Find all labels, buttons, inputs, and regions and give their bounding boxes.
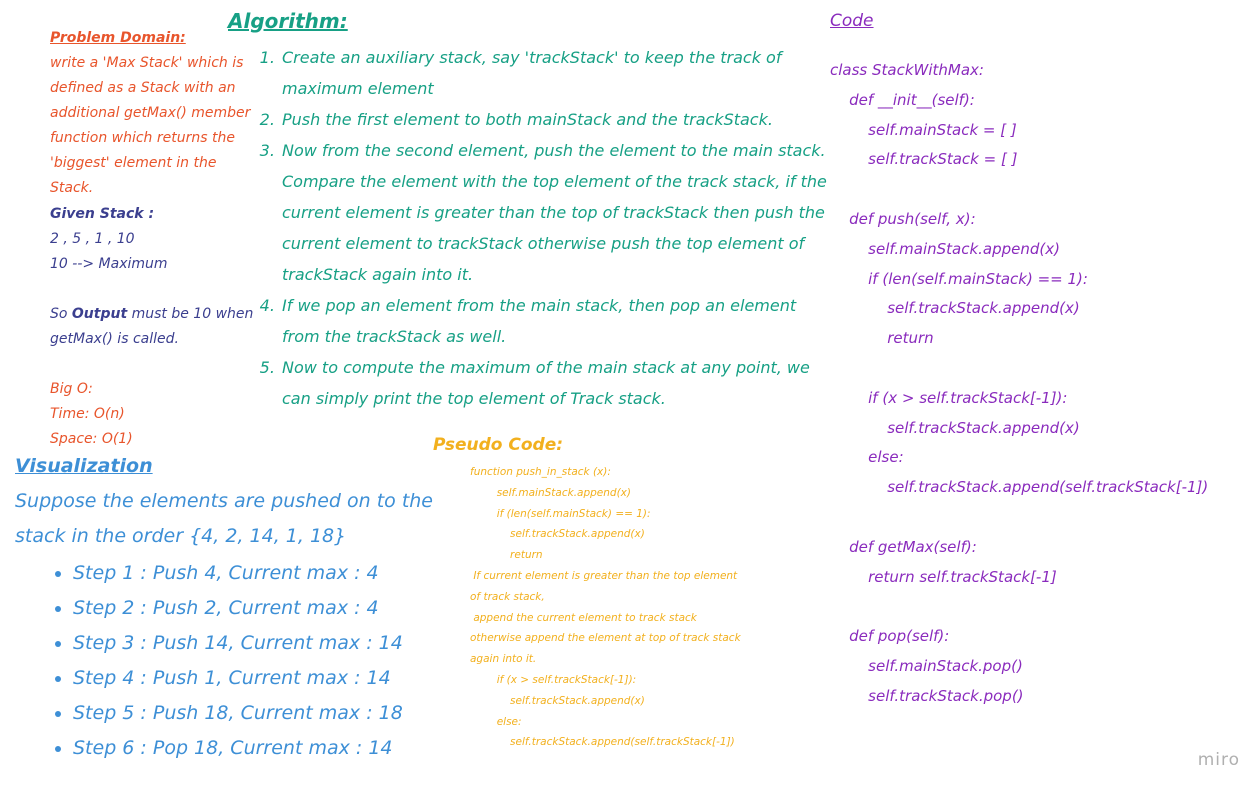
code-line: if (len(self.mainStack) == 1): (830, 269, 1088, 288)
visualization-step: Step 5 : Push 18, Current max : 18 (73, 696, 435, 731)
visualization-section: Visualization Suppose the elements are p… (15, 452, 435, 766)
pseudo-code-line: again into it. (470, 653, 537, 666)
pseudo-code-line: If current element is greater than the t… (470, 569, 738, 582)
given-stack-max: 10 --> Maximum (50, 256, 168, 272)
code-line: class StackWithMax: (830, 61, 984, 79)
pseudo-code-line: self.trackStack.append(self.trackStack[-… (470, 736, 735, 749)
code-line: def getMax(self): (830, 537, 977, 556)
given-stack-note: Given Stack : 2 , 5 , 1 , 10 10 --> Maxi… (50, 202, 255, 277)
pseudo-code-line: return (470, 549, 543, 562)
visualization-step: Step 4 : Push 1, Current max : 14 (73, 661, 435, 696)
algorithm-step: Now to compute the maximum of the main s… (280, 352, 828, 414)
problem-domain-text: write a 'Max Stack' which is defined as … (50, 55, 251, 196)
output-bold: Output (71, 306, 128, 322)
code-line: return self.trackStack[-1] (830, 567, 1057, 586)
code-line: self.mainStack = [ ] (830, 120, 1017, 139)
pseudo-code-line: of track stack, (470, 590, 545, 603)
pseudo-code-line: self.trackStack.append(x) (470, 528, 645, 541)
output-note: So Output must be 10 when getMax() is ca… (50, 302, 255, 352)
algorithm-step: Push the first element to both mainStack… (280, 104, 828, 135)
code-section: Code class StackWithMax: def __init__(se… (830, 8, 1250, 712)
big-o-note: Big O: Time: O(n) Space: O(1) (50, 377, 255, 452)
algorithm-step: Now from the second element, push the el… (280, 135, 828, 290)
algorithm-section: Algorithm: Create an auxiliary stack, sa… (228, 6, 828, 414)
code-line: self.trackStack.pop() (830, 686, 1024, 705)
algorithm-step: Create an auxiliary stack, say 'trackSta… (280, 42, 828, 104)
visualization-step: Step 1 : Push 4, Current max : 4 (73, 556, 435, 591)
code-line: self.mainStack.append(x) (830, 239, 1060, 258)
pseudo-code-section: Pseudo Code: function push_in_stack (x):… (433, 432, 773, 753)
code-line: self.trackStack.append(x) (830, 418, 1080, 437)
output-prefix: So (50, 306, 72, 322)
visualization-step: Step 6 : Pop 18, Current max : 14 (73, 731, 435, 766)
pseudo-code-heading: Pseudo Code: (433, 435, 564, 455)
visualization-description: Suppose the elements are pushed on to th… (15, 490, 433, 547)
visualization-heading: Visualization (15, 455, 153, 477)
visualization-step: Step 3 : Push 14, Current max : 14 (73, 626, 435, 661)
code-line: else: (830, 448, 904, 467)
problem-domain-heading: Problem Domain: (50, 30, 186, 46)
pseudo-code-body: function push_in_stack (x): self.mainSta… (470, 462, 773, 753)
code-line: return (830, 329, 934, 348)
big-o-heading: Big O: (50, 381, 93, 397)
algorithm-step: If we pop an element from the main stack… (280, 290, 828, 352)
code-line: self.trackStack = [ ] (830, 150, 1018, 169)
pseudo-code-line: append the current element to track stac… (470, 611, 697, 624)
algorithm-heading: Algorithm: (228, 9, 348, 33)
code-line: def push(self, x): (830, 209, 976, 228)
big-o-time: Time: O(n) (50, 406, 125, 422)
code-line: self.mainStack.pop() (830, 656, 1023, 675)
miro-logo: miro (1197, 750, 1240, 770)
code-line: def pop(self): (830, 627, 950, 646)
algorithm-steps: Create an auxiliary stack, say 'trackSta… (228, 42, 828, 414)
pseudo-code-line: otherwise append the element at top of t… (470, 632, 741, 645)
code-heading: Code (830, 11, 874, 31)
pseudo-code-line: if (x > self.trackStack[-1]): (470, 673, 637, 686)
visualization-step: Step 2 : Push 2, Current max : 4 (73, 591, 435, 626)
pseudo-code-line: self.mainStack.append(x) (470, 486, 631, 499)
code-line: def __init__(self): (830, 90, 975, 109)
code-line: self.trackStack.append(self.trackStack[-… (830, 478, 1209, 497)
given-stack-values: 2 , 5 , 1 , 10 (50, 231, 135, 247)
pseudo-code-line: else: (470, 715, 522, 728)
code-line: if (x > self.trackStack[-1]): (830, 388, 1068, 407)
code-body: class StackWithMax: def __init__(self): … (830, 56, 1250, 712)
pseudo-code-line: function push_in_stack (x): (470, 466, 611, 478)
pseudo-code-line: if (len(self.mainStack) == 1): (470, 507, 651, 520)
big-o-space: Space: O(1) (50, 431, 133, 447)
given-stack-heading: Given Stack : (50, 206, 155, 222)
problem-domain-note: Problem Domain: write a 'Max Stack' whic… (50, 26, 255, 201)
visualization-steps: Step 1 : Push 4, Current max : 4 Step 2 … (15, 556, 435, 766)
code-line: self.trackStack.append(x) (830, 299, 1080, 318)
pseudo-code-line: self.trackStack.append(x) (470, 694, 645, 707)
